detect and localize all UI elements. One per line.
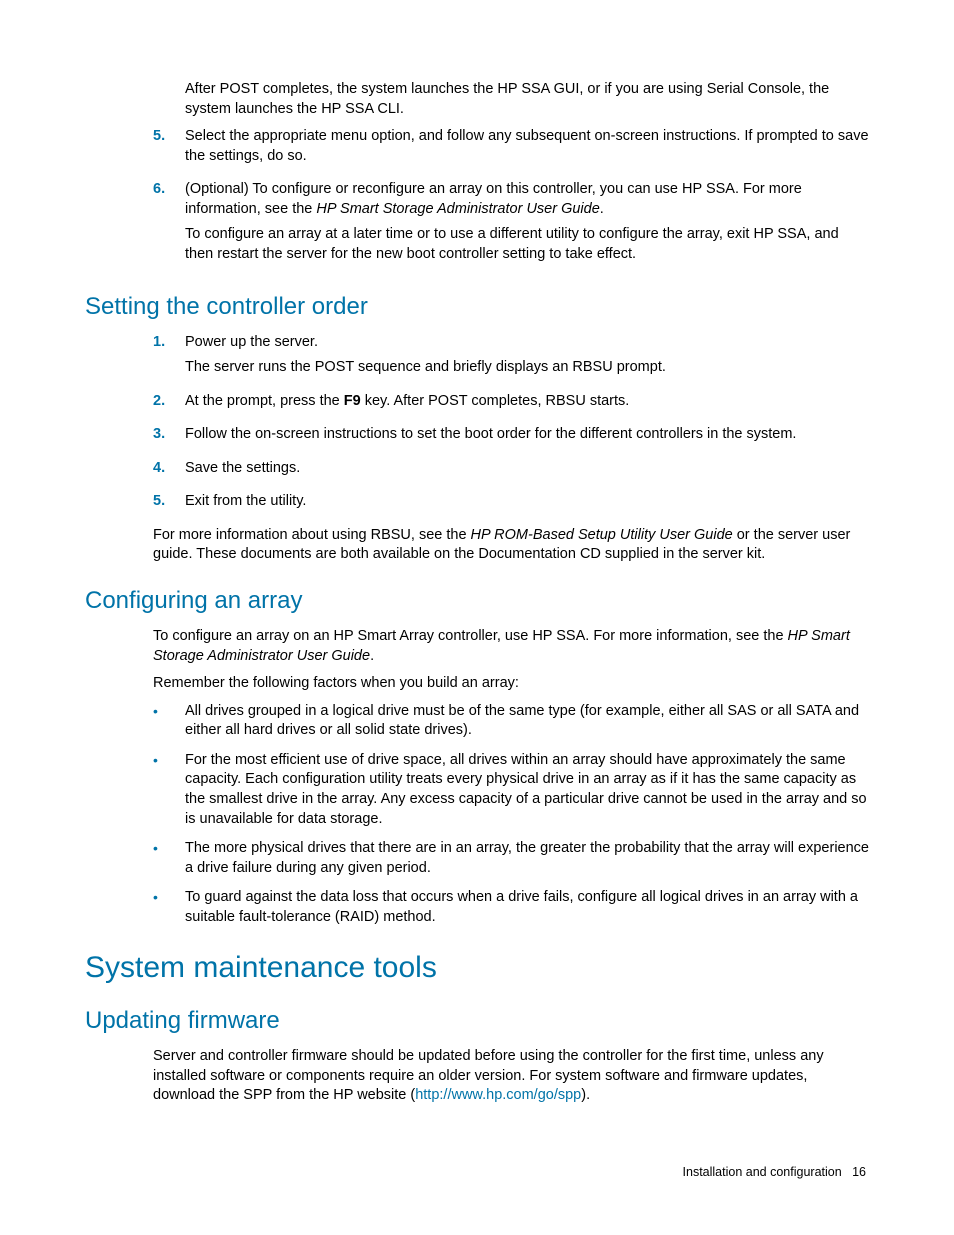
sec1-ordered-list: 1.Power up the server. The server runs th… [153,333,869,518]
page: After POST completes, the system launche… [0,0,954,1235]
list-number: 1. [153,333,185,384]
heading-updating-firmware: Updating firmware [85,1007,869,1035]
sec2-bullet-list: •All drives grouped in a logical drive m… [153,702,869,928]
bullet-text: The more physical drives that there are … [185,839,869,878]
sec3-paragraph: Server and controller firmware should be… [153,1047,869,1106]
list-item: 2.At the prompt, press the F9 key. After… [153,392,869,418]
bullet-item: •For the most efficient use of drive spa… [153,751,869,829]
sec2-p2: Remember the following factors when you … [153,674,869,694]
list-paragraph: To configure an array at a later time or… [185,225,869,264]
list-paragraph: Follow the on-screen instructions to set… [185,425,869,445]
list-body: Exit from the utility. [185,492,869,518]
heading-configuring-array: Configuring an array [85,587,869,615]
list-body: Select the appropriate menu option, and … [185,127,869,172]
bullet-icon: • [153,702,185,741]
list-body: Save the settings. [185,459,869,485]
list-item: 4.Save the settings. [153,459,869,485]
list-body: Follow the on-screen instructions to set… [185,425,869,451]
bullet-item: •To guard against the data loss that occ… [153,888,869,927]
intro-paragraph-block: After POST completes, the system launche… [185,80,869,119]
list-paragraph: (Optional) To configure or reconfigure a… [185,180,869,219]
bullet-text: To guard against the data loss that occu… [185,888,869,927]
list-paragraph: The server runs the POST sequence and br… [185,358,869,378]
list-item: 3.Follow the on-screen instructions to s… [153,425,869,451]
bullet-icon: • [153,751,185,829]
list-body: At the prompt, press the F9 key. After P… [185,392,869,418]
list-paragraph: Power up the server. [185,333,869,353]
list-number: 5. [153,492,185,518]
bullet-text: All drives grouped in a logical drive mu… [185,702,869,741]
intro-ordered-list: 5.Select the appropriate menu option, an… [153,127,869,270]
list-number: 5. [153,127,185,172]
heading-system-maintenance-tools: System maintenance tools [85,951,869,985]
list-body: (Optional) To configure or reconfigure a… [185,180,869,270]
list-number: 4. [153,459,185,485]
footer-page-number: 16 [852,1165,866,1179]
list-number: 3. [153,425,185,451]
sec2-p1: To configure an array on an HP Smart Arr… [153,627,869,666]
page-footer: Installation and configuration 16 [683,1165,866,1179]
list-paragraph: Save the settings. [185,459,869,479]
list-paragraph: Select the appropriate menu option, and … [185,127,869,166]
bullet-icon: • [153,888,185,927]
bullet-icon: • [153,839,185,878]
list-paragraph: Exit from the utility. [185,492,869,512]
list-number: 6. [153,180,185,270]
sec1-after-paragraph: For more information about using RBSU, s… [153,526,869,565]
sec2-body: To configure an array on an HP Smart Arr… [153,627,869,694]
intro-paragraph: After POST completes, the system launche… [185,80,869,119]
bullet-item: •All drives grouped in a logical drive m… [153,702,869,741]
heading-setting-controller-order: Setting the controller order [85,293,869,321]
list-item: 5.Select the appropriate menu option, an… [153,127,869,172]
list-number: 2. [153,392,185,418]
list-body: Power up the server. The server runs the … [185,333,869,384]
list-item: 1.Power up the server. The server runs th… [153,333,869,384]
bullet-item: •The more physical drives that there are… [153,839,869,878]
footer-section: Installation and configuration [683,1165,842,1179]
bullet-text: For the most efficient use of drive spac… [185,751,869,829]
list-item: 6.(Optional) To configure or reconfigure… [153,180,869,270]
sec1-after-block: For more information about using RBSU, s… [153,526,869,565]
list-item: 5.Exit from the utility. [153,492,869,518]
list-paragraph: At the prompt, press the F9 key. After P… [185,392,869,412]
sec3-body: Server and controller firmware should be… [153,1047,869,1106]
